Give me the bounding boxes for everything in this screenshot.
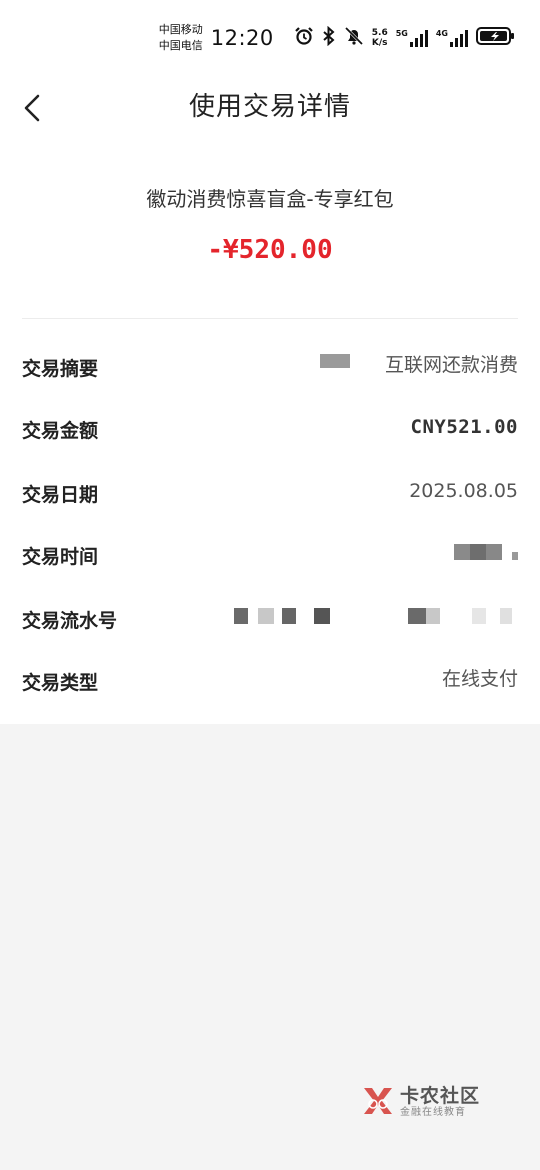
watermark-title: 卡农社区 [400, 1085, 481, 1107]
battery-charging-icon [476, 26, 516, 50]
signal-icon [409, 29, 428, 47]
network-speed: 5.6 K/s [372, 28, 388, 48]
carrier-1: 中国移动 [158, 23, 203, 36]
speed-unit: K/s [371, 38, 388, 48]
status-bar: 中国移动 中国电信 12:20 5.6 K/s 5G 4G [159, 18, 516, 58]
clock: 12:20 [210, 26, 274, 50]
network-label-2: 4G [435, 29, 448, 38]
detail-row-date: 交易日期 2025.08.05 [22, 474, 518, 514]
signal-icon [450, 29, 468, 47]
alarm-icon [294, 26, 314, 50]
detail-label: 交易类型 [22, 672, 99, 694]
detail-value-redacted [454, 544, 518, 560]
speed-value: 5.6 [371, 28, 388, 38]
divider [22, 318, 518, 319]
watermark-subtitle: 金融在线教育 [400, 1107, 466, 1118]
mute-icon [344, 26, 364, 50]
detail-row-type: 交易类型 在线支付 [22, 662, 518, 702]
detail-label: 交易流水号 [22, 610, 118, 632]
detail-label: 交易摘要 [22, 358, 99, 380]
carrier-2: 中国电信 [158, 39, 203, 52]
product-name: 徽动消费惊喜盲盒-专享红包 [146, 187, 394, 211]
network-label-1: 5G [395, 29, 408, 38]
detail-value-redacted [228, 608, 518, 626]
detail-value: 在线支付 [441, 668, 518, 690]
detail-value: CNY521.00 [410, 416, 518, 438]
watermark: 卡农社区 金融在线教育 [360, 1082, 480, 1122]
transaction-amount: -¥520.00 [207, 235, 333, 265]
detail-row-time: 交易时间 [22, 536, 518, 576]
kanong-logo-icon [360, 1082, 396, 1122]
redacted-block [320, 354, 350, 368]
page-title: 使用交易详情 [188, 92, 351, 122]
detail-label: 交易日期 [22, 484, 99, 506]
signal-5g: 5G [396, 29, 428, 47]
signal-4g: 4G [436, 29, 468, 47]
detail-label: 交易时间 [22, 546, 99, 568]
detail-row-amount: 交易金额 CNY521.00 [22, 410, 518, 450]
detail-row-summary: 交易摘要 互联网还款消费 [22, 348, 518, 388]
bluetooth-icon [322, 25, 336, 50]
detail-label: 交易金额 [22, 420, 99, 442]
detail-value: 互联网还款消费 [384, 354, 518, 376]
detail-value: 2025.08.05 [409, 480, 518, 502]
carrier-labels: 中国移动 中国电信 [159, 22, 203, 54]
detail-row-serial: 交易流水号 [22, 600, 518, 640]
